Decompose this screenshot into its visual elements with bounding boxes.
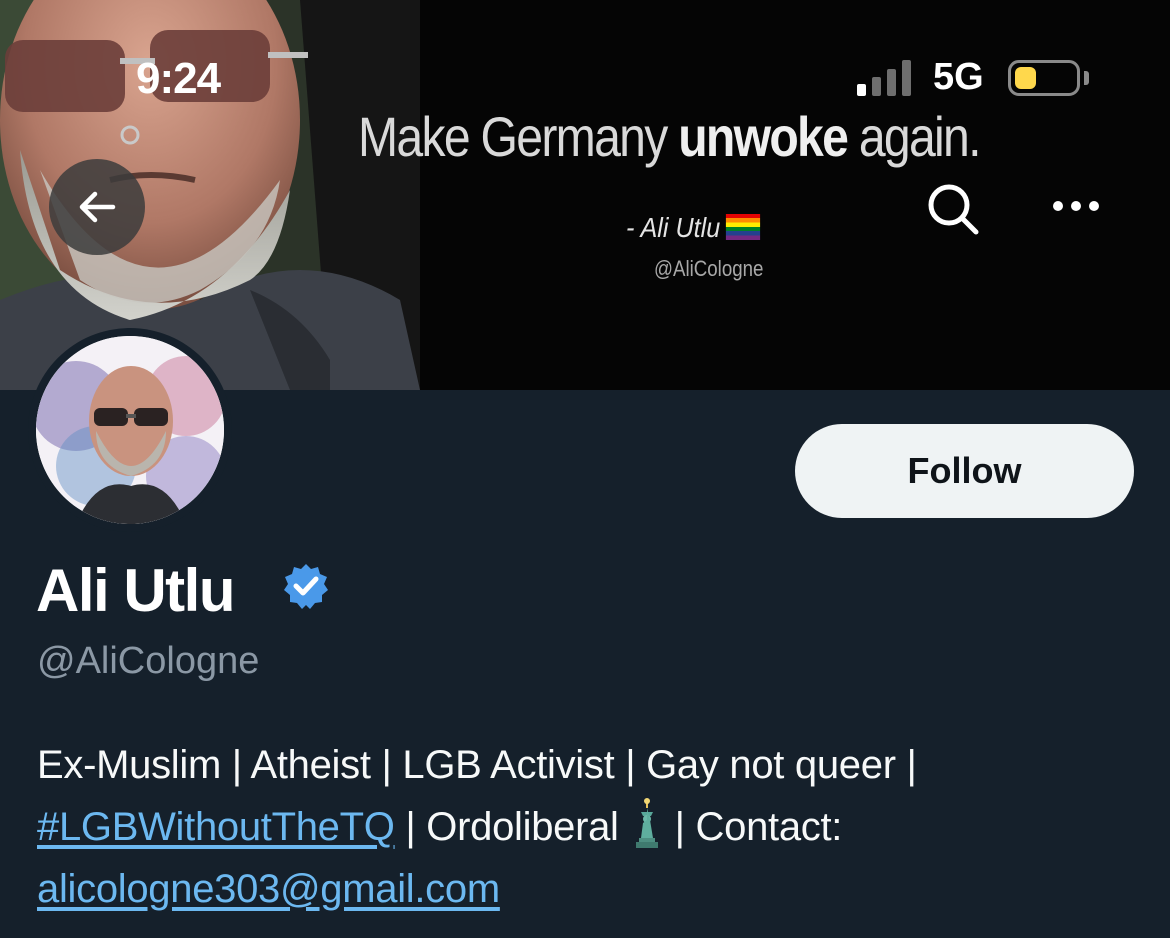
- profile-bio: Ex-Muslim | Atheist | LGB Activist | Gay…: [37, 734, 1147, 920]
- status-time: 9:24: [136, 54, 221, 103]
- follow-button[interactable]: Follow: [795, 424, 1134, 518]
- banner-handle: @AliCologne: [654, 256, 764, 281]
- search-icon: [928, 184, 979, 235]
- banner-attribution: - Ali Utlu: [626, 212, 760, 244]
- verified-badge-icon: [284, 564, 328, 609]
- bio-contact: | Contact:: [674, 805, 843, 849]
- email-link[interactable]: alicologne303@gmail.com: [37, 867, 500, 911]
- avatar[interactable]: [36, 336, 224, 524]
- signal-strength-icon: [857, 58, 915, 96]
- search-button[interactable]: [922, 178, 984, 240]
- avatar-photo: [36, 336, 224, 524]
- rainbow-flag-icon: [725, 214, 760, 240]
- bio-line: Ex-Muslim | Atheist | LGB Activist | Gay…: [37, 743, 917, 787]
- more-options-button[interactable]: [1046, 186, 1106, 226]
- banner-quote: Make Germany unwoke again.: [358, 105, 981, 168]
- bio-text: | Ordoliberal: [394, 805, 619, 849]
- profile-handle: @AliCologne: [37, 640, 260, 682]
- network-type: 5G: [933, 56, 984, 98]
- battery-icon: [1008, 60, 1080, 96]
- statue-of-liberty-icon: [635, 798, 658, 848]
- back-button[interactable]: [49, 159, 145, 255]
- hashtag-link[interactable]: #LGBWithoutTheTQ: [37, 805, 395, 849]
- arrow-left-icon: [79, 191, 116, 223]
- display-name: Ali Utlu: [36, 557, 235, 624]
- battery-fill: [1015, 67, 1036, 89]
- battery-tip: [1084, 71, 1089, 85]
- more-horizontal-icon: [1053, 201, 1099, 211]
